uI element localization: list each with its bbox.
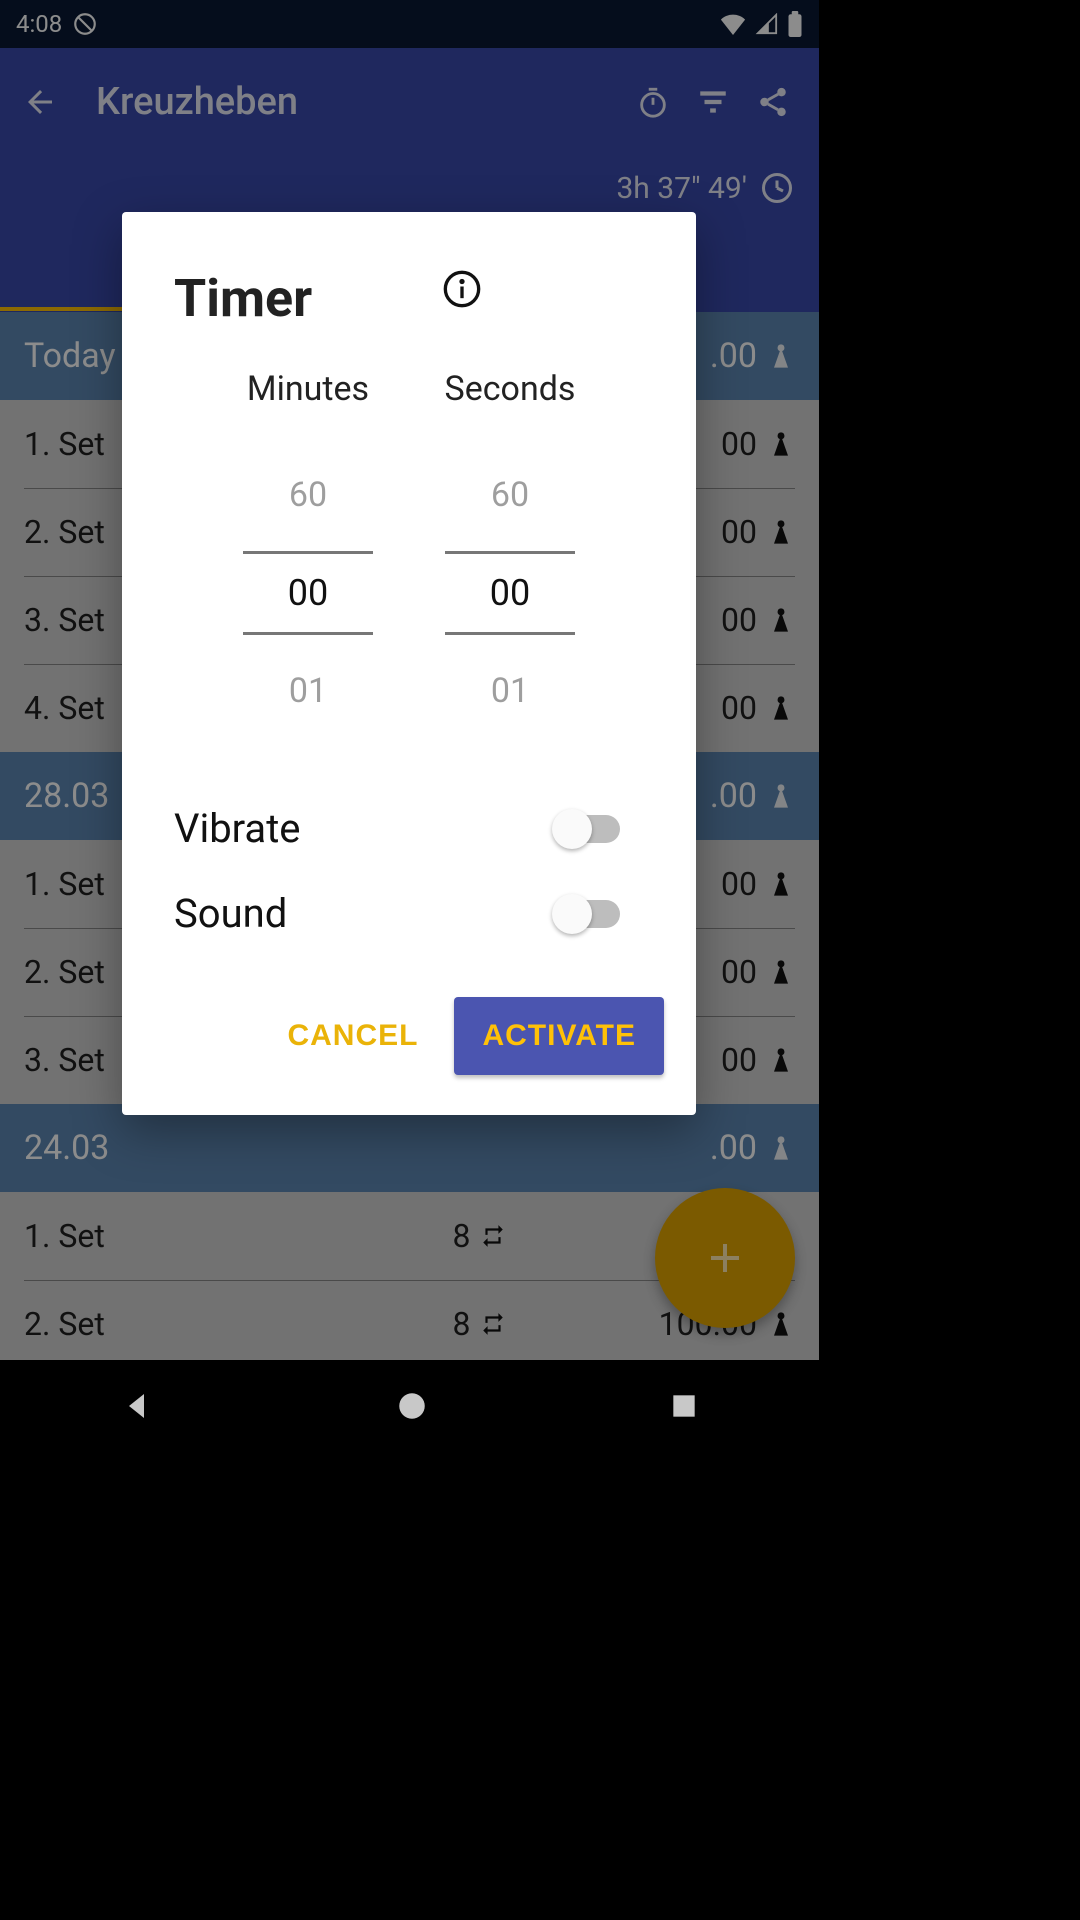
seconds-picker[interactable]: 60 00 01 [425,439,595,747]
seconds-label: Seconds [425,369,595,409]
picker-next: 01 [491,635,529,747]
picker-next: 01 [289,635,327,747]
vibrate-label: Vibrate [174,805,556,852]
dialog-title: Timer [174,268,312,329]
minutes-label: Minutes [223,369,393,409]
nav-home-icon[interactable] [395,1389,429,1427]
activate-button[interactable]: ACTIVATE [454,997,664,1075]
minutes-picker[interactable]: 60 00 01 [223,439,393,747]
picker-prev: 60 [491,439,529,551]
sound-toggle[interactable] [556,900,620,928]
nav-back-icon[interactable] [120,1388,156,1428]
timer-dialog: Timer Minutes Seconds 60 00 01 60 00 01 … [122,212,696,1115]
cancel-button[interactable]: CANCEL [287,1019,418,1053]
picker-prev: 60 [289,439,327,551]
sound-label: Sound [174,890,556,937]
picker-current: 00 [445,551,575,635]
info-icon[interactable] [442,269,482,309]
android-navbar [0,1360,819,1456]
picker-current: 00 [243,551,373,635]
nav-recents-icon[interactable] [668,1390,700,1426]
vibrate-toggle[interactable] [556,815,620,843]
